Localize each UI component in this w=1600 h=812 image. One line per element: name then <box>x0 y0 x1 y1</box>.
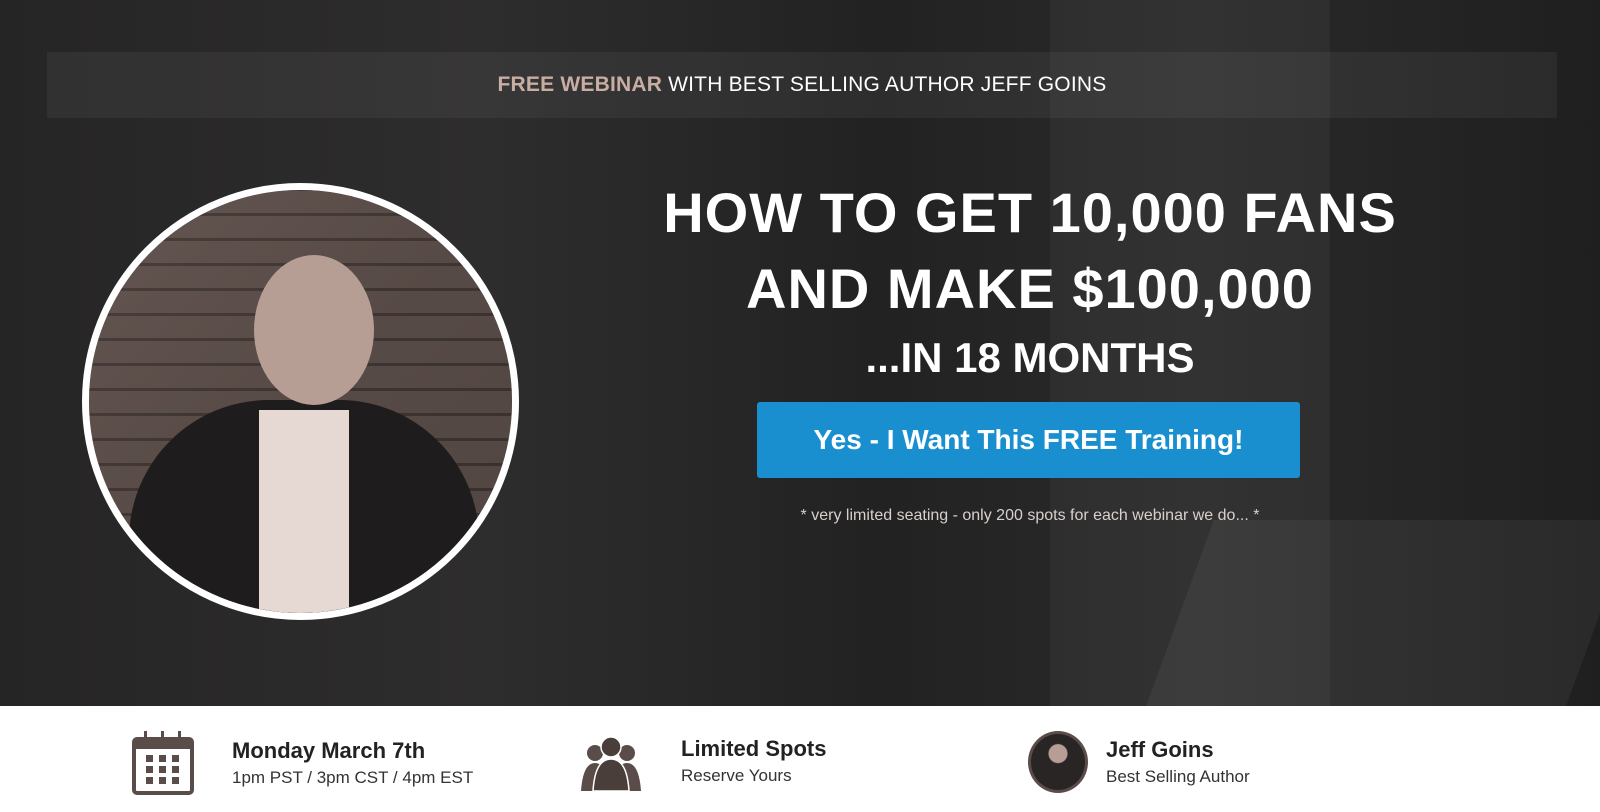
info-spots: Limited Spots Reserve Yours <box>581 731 826 791</box>
info-author: Jeff Goins Best Selling Author <box>1028 731 1250 793</box>
banner-text: WITH BEST SELLING AUTHOR JEFF GOINS <box>668 73 1107 96</box>
info-bar: Monday March 7th 1pm PST / 3pm CST / 4pm… <box>0 706 1600 812</box>
seating-note: * very limited seating - only 200 spots … <box>800 507 1260 524</box>
info-subtitle: Reserve Yours <box>681 766 792 785</box>
hero-section: FREE WEBINAR WITH BEST SELLING AUTHOR JE… <box>0 0 1600 706</box>
background-blur <box>1146 520 1600 706</box>
calendar-icon <box>132 731 194 795</box>
info-date: Monday March 7th 1pm PST / 3pm CST / 4pm… <box>132 731 473 795</box>
info-title: Monday March 7th <box>232 738 426 763</box>
info-subtitle: Best Selling Author <box>1106 767 1250 786</box>
register-button[interactable]: Yes - I Want This FREE Training! <box>757 402 1300 478</box>
headline-line-1: HOW TO GET 10,000 FANS <box>663 181 1397 244</box>
group-icon <box>581 736 641 791</box>
info-title: Jeff Goins <box>1106 737 1214 762</box>
headline-line-3: ...IN 18 MONTHS <box>865 334 1195 381</box>
webinar-banner: FREE WEBINAR WITH BEST SELLING AUTHOR JE… <box>47 52 1557 118</box>
author-avatar <box>1028 731 1088 793</box>
banner-highlight: FREE WEBINAR <box>497 73 663 96</box>
info-title: Limited Spots <box>681 736 827 761</box>
info-subtitle: 1pm PST / 3pm CST / 4pm EST <box>232 768 474 787</box>
author-photo <box>82 183 519 620</box>
headline-line-2: AND MAKE $100,000 <box>746 257 1314 320</box>
